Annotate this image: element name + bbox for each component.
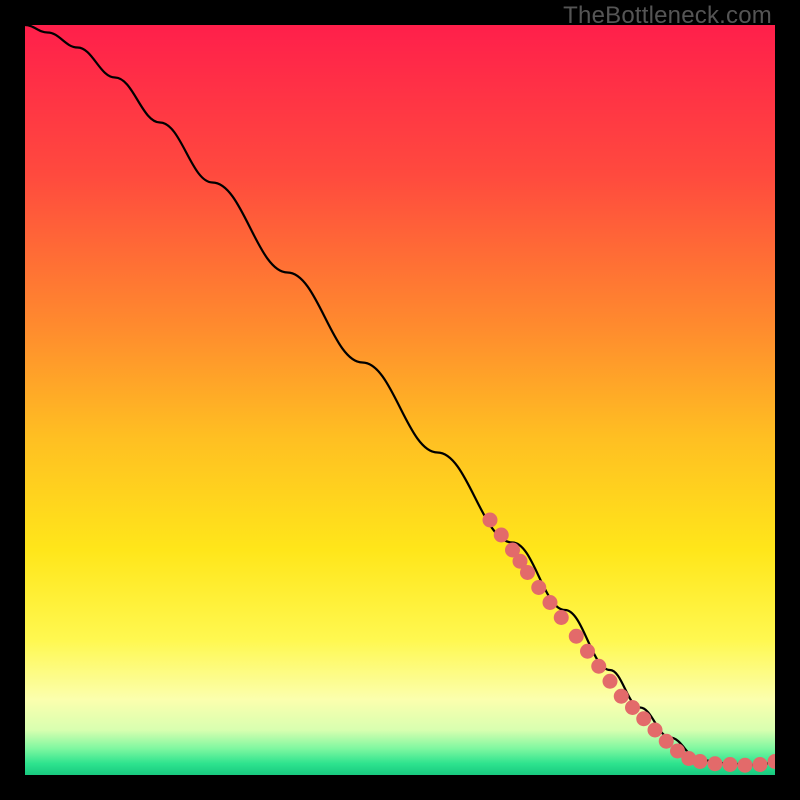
highlight-dot	[614, 689, 629, 704]
highlight-dot	[520, 565, 535, 580]
highlight-dot	[753, 757, 768, 772]
curve-line	[25, 25, 775, 765]
highlight-dot	[738, 758, 753, 773]
highlight-dot	[531, 580, 546, 595]
chart-plot	[25, 25, 775, 775]
highlight-dot	[483, 513, 498, 528]
watermark-text: TheBottleneck.com	[563, 2, 772, 30]
highlight-dot	[569, 629, 584, 644]
highlight-dot	[591, 659, 606, 674]
highlight-dot	[603, 674, 618, 689]
highlight-dot	[723, 757, 738, 772]
highlight-dot	[708, 756, 723, 771]
highlight-dot	[543, 595, 558, 610]
chart-frame	[25, 25, 775, 775]
highlight-dot	[768, 754, 776, 769]
highlight-dot	[580, 644, 595, 659]
highlight-dot	[494, 528, 509, 543]
highlight-dot	[625, 700, 640, 715]
highlight-dot	[636, 711, 651, 726]
highlight-dot	[554, 610, 569, 625]
highlight-dot	[693, 754, 708, 769]
highlight-dot	[648, 723, 663, 738]
